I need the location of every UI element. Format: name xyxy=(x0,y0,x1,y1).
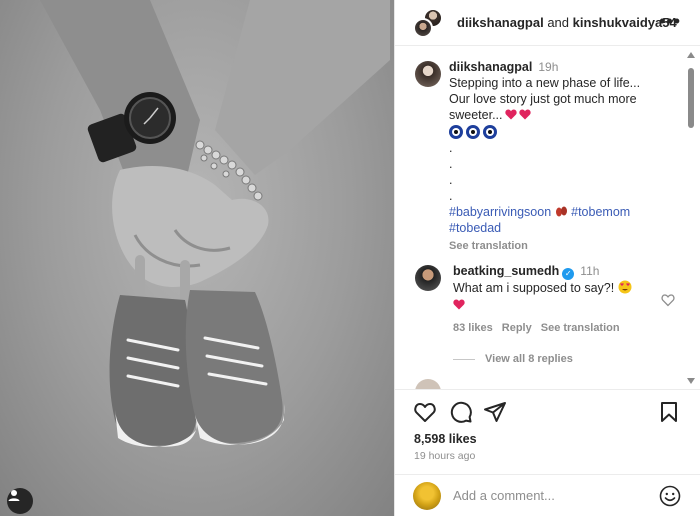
heart-eyes-emoji-icon xyxy=(618,280,632,294)
comment-input[interactable] xyxy=(453,488,643,503)
scroll-down-arrow-icon[interactable] xyxy=(687,378,695,384)
comment-time[interactable]: 11h xyxy=(580,264,599,278)
author-link[interactable]: diikshanagpal xyxy=(457,15,544,30)
replies-divider xyxy=(453,358,475,360)
share-paper-plane-icon[interactable] xyxy=(483,400,507,424)
caption-dot: . xyxy=(449,157,453,171)
comments-list: diikshanagpal 19h Stepping into a new pha… xyxy=(395,47,683,389)
caption-text: sweeter... xyxy=(449,108,503,122)
scroll-thumb[interactable] xyxy=(688,68,694,128)
photo-illustration xyxy=(40,0,390,448)
post-actions-section: 8,598 likes 19 hours ago xyxy=(395,389,700,462)
more-horizontal-icon: ••• xyxy=(659,11,681,31)
add-comment-bar xyxy=(395,474,700,516)
caption-username[interactable]: diikshanagpal xyxy=(449,60,532,74)
comment: beatking_sumedh ✓ 11h What am i supposed t… xyxy=(415,263,677,337)
avatar[interactable] xyxy=(415,265,441,291)
caption-dot: . xyxy=(449,173,453,187)
scroll-up-arrow-icon[interactable] xyxy=(687,52,695,58)
user-icon xyxy=(8,490,20,501)
view-replies-label: View all 8 replies xyxy=(485,353,573,365)
nazar-eye-emoji-icon xyxy=(483,125,497,139)
see-translation-link[interactable]: See translation xyxy=(449,238,677,254)
post-photo xyxy=(0,0,394,516)
baby-shoes-emoji-icon xyxy=(555,206,567,217)
heart-emoji-icon xyxy=(504,109,517,120)
authors-separator: and xyxy=(543,15,573,30)
emoji-smiley-icon[interactable] xyxy=(659,485,681,507)
post-header: diikshanagpal and kinshukvaidya54 ••• xyxy=(395,0,700,46)
more-options-button[interactable]: ••• xyxy=(659,11,681,31)
current-user-avatar xyxy=(413,481,441,510)
reply-button[interactable]: Reply xyxy=(502,322,532,334)
post-side-panel: diikshanagpal and kinshukvaidya54 ••• di… xyxy=(394,0,700,516)
hashtag-link[interactable]: #tobedad xyxy=(449,221,501,235)
heart-emoji-icon xyxy=(453,299,465,310)
caption-dot: . xyxy=(449,141,453,155)
save-bookmark-icon[interactable] xyxy=(657,400,681,424)
collab-avatars[interactable] xyxy=(413,7,443,38)
comment: hihonswah✓19h xyxy=(415,379,558,389)
comments-scrollbar[interactable] xyxy=(686,52,696,384)
post-timestamp[interactable]: 19 hours ago xyxy=(414,450,475,462)
view-replies-button[interactable]: View all 8 replies xyxy=(453,353,573,365)
caption-text: Our love story just got much more xyxy=(449,92,637,106)
comment-text: What am i supposed to say?! xyxy=(453,281,615,295)
like-heart-icon[interactable] xyxy=(413,400,437,424)
nazar-eye-emoji-icon xyxy=(466,125,480,139)
comment-bubble-icon[interactable] xyxy=(449,400,473,424)
caption-text: Stepping into a new phase of life... xyxy=(449,76,641,90)
comment-username[interactable]: beatking_sumedh xyxy=(453,264,559,278)
heart-emoji-icon xyxy=(518,109,531,120)
avatar[interactable] xyxy=(415,379,441,389)
nazar-eye-emoji-icon xyxy=(449,125,463,139)
caption-time[interactable]: 19h xyxy=(538,60,558,74)
tagged-users-button[interactable] xyxy=(7,488,33,514)
post-authors: diikshanagpal and kinshukvaidya54 xyxy=(457,15,677,30)
caption-dot: . xyxy=(449,189,453,203)
post-actions xyxy=(413,400,681,426)
see-translation-link[interactable]: See translation xyxy=(541,322,620,334)
avatar[interactable] xyxy=(415,61,441,87)
comment-likes[interactable]: 83 likes xyxy=(453,322,493,334)
avatar xyxy=(413,17,433,38)
verified-badge-icon: ✓ xyxy=(562,268,575,280)
post-caption: diikshanagpal 19h Stepping into a new pha… xyxy=(415,59,677,254)
likes-count[interactable]: 8,598 likes xyxy=(414,432,477,446)
hashtag-link[interactable]: #babyarrivingsoon xyxy=(449,205,551,219)
comment-like-heart-icon[interactable] xyxy=(661,293,675,307)
hashtag-link[interactable]: #tobemom xyxy=(571,205,630,219)
